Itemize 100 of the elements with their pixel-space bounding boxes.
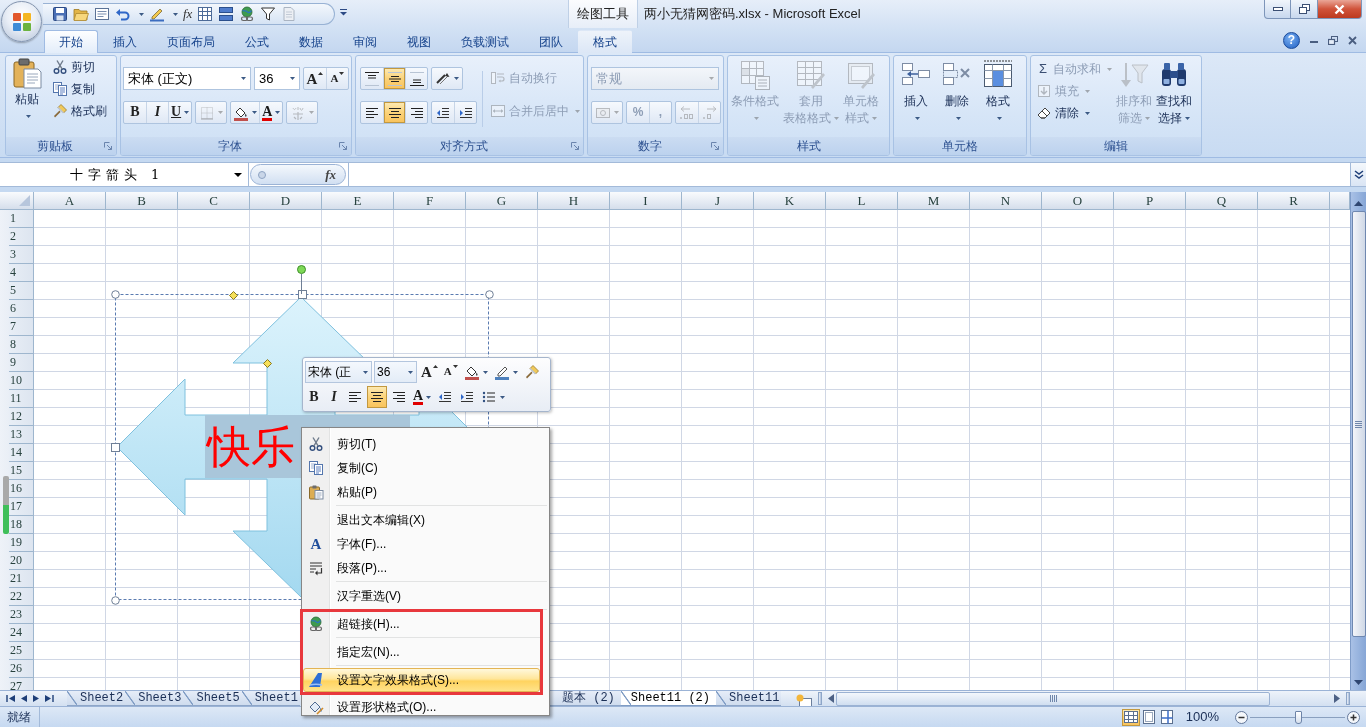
normal-view-button[interactable] [1121,708,1140,726]
adjustment-handle-icon[interactable] [263,359,272,368]
font-size-field[interactable]: 36 [254,67,300,90]
align-bottom-button[interactable] [405,68,427,89]
column-header[interactable]: R [1258,192,1330,210]
column-header[interactable]: B [106,192,178,210]
menu-item[interactable]: 退出文本编辑(X) [304,508,547,532]
rotation-handle-icon[interactable] [297,265,306,294]
column-header[interactable]: O [1042,192,1114,210]
ribbon-tab[interactable]: 团队 [524,30,578,53]
menu-item[interactable]: 设置文字效果格式(S)... [303,668,540,692]
pen-icon[interactable] [149,6,165,22]
copy-button[interactable]: 复制 [50,78,109,100]
column-header[interactable]: J [682,192,754,210]
menu-item[interactable]: A 字体(F)... [304,532,547,556]
adjustment-handle-icon[interactable] [229,291,238,300]
column-header[interactable]: C [178,192,250,210]
grow-font-button[interactable]: A [419,361,440,383]
dialog-launcher-icon[interactable] [571,142,579,150]
dialog-launcher-icon[interactable] [104,142,112,150]
column-header[interactable]: K [754,192,826,210]
sheet-tab[interactable]: Sheet11 [716,691,782,706]
cut-button[interactable]: 剪切 [50,56,109,78]
align-middle-button[interactable] [383,68,405,89]
resize-handle-icon[interactable] [485,290,494,299]
close-icon[interactable] [1348,35,1357,45]
bold-button[interactable]: B [124,102,146,123]
bold-button[interactable]: B [305,386,323,408]
column-header[interactable]: D [250,192,322,210]
resize-handle-icon[interactable] [111,290,120,299]
orientation-button[interactable] [431,67,463,90]
undo-icon[interactable] [115,6,131,22]
ribbon-tab[interactable]: 负载测试 [446,30,524,53]
italic-button[interactable]: I [146,102,168,123]
grow-font-button[interactable]: A [304,68,326,89]
sheet-tab[interactable]: Sheet11 (2) [620,691,717,706]
ribbon-tab[interactable]: 公式 [230,30,284,53]
column-header[interactable]: N [970,192,1042,210]
ribbon-tab[interactable]: 视图 [392,30,446,53]
menu-item[interactable]: 段落(P)... [304,556,547,580]
font-name-field[interactable]: 宋体 (正文) [123,67,251,90]
menu-item[interactable]: 复制(C) [304,456,547,480]
table-grid-icon[interactable] [197,6,214,22]
function-glyph[interactable]: fx [183,6,193,22]
menu-item[interactable]: 超链接(H)... [303,612,540,636]
column-header[interactable]: L [826,192,898,210]
find-select-button[interactable]: 查找和 选择 [1154,58,1194,127]
column-header[interactable]: Q [1186,192,1258,210]
last-sheet-icon[interactable] [44,694,54,703]
format-cells-button[interactable]: 格式 [980,58,1016,127]
format-painter-button[interactable]: 格式刷 [50,100,109,122]
menu-item[interactable]: 汉字重选(V) [304,584,547,608]
column-header[interactable]: P [1114,192,1186,210]
dialog-launcher-icon[interactable] [711,142,719,150]
tab-split-handle-icon[interactable] [818,692,822,705]
filter-icon[interactable] [260,6,277,22]
scroll-right-icon[interactable] [1334,694,1340,703]
scroll-down-icon[interactable] [1354,680,1363,685]
column-header[interactable]: G [466,192,538,210]
column-header[interactable]: H [538,192,610,210]
column-header[interactable]: I [610,192,682,210]
font-color-button[interactable]: A [411,386,434,408]
dropdown-caret-icon[interactable] [173,12,178,16]
menu-item[interactable]: 指定宏(N)... [303,640,540,664]
restore-button[interactable] [1291,0,1318,19]
insert-function-button[interactable]: fx [250,164,346,185]
shrink-font-button[interactable]: A [441,361,460,383]
form-icon[interactable] [94,6,110,22]
delete-cells-button[interactable]: 删除 [939,58,975,127]
ribbon-tab[interactable]: 格式 [578,30,632,53]
menu-item[interactable]: 粘贴(P) [304,480,547,504]
italic-button[interactable]: I [325,386,343,408]
insert-cells-button[interactable]: 插入 [898,58,934,127]
rows-icon[interactable] [218,6,235,22]
zoom-out-icon[interactable] [1235,710,1248,724]
close-button[interactable] [1318,0,1362,19]
align-center-button[interactable] [383,102,405,123]
sheet-tab[interactable]: Sheet3 [125,691,184,706]
save-icon[interactable] [52,6,68,22]
scroll-thumb[interactable] [1351,211,1366,637]
resize-handle-icon[interactable] [298,290,307,299]
paste-button[interactable]: 粘贴 [9,56,45,137]
scroll-left-icon[interactable] [828,694,834,703]
zoom-slider-thumb[interactable] [1294,710,1302,724]
font-color-button[interactable]: A [259,102,283,123]
next-sheet-icon[interactable] [32,694,40,703]
menu-item[interactable]: 剪切(T) [304,432,547,456]
column-header[interactable]: A [34,192,106,210]
ribbon-tab[interactable]: 页面布局 [152,30,230,53]
minimize-button[interactable] [1264,0,1291,19]
ribbon-tab[interactable]: 开始 [44,30,98,53]
restore-icon[interactable] [1328,35,1338,45]
scroll-thumb[interactable] [836,691,1270,706]
sheet-tab[interactable]: Sheet5 [183,691,242,706]
previous-sheet-icon[interactable] [20,694,28,703]
align-center-button[interactable] [367,386,387,408]
ribbon-tab[interactable]: 数据 [284,30,338,53]
ribbon-tab[interactable]: 插入 [98,30,152,53]
sheet-tab[interactable]: Sheet1 [241,691,300,706]
name-box-field[interactable]: 十字箭头 1 [0,163,249,186]
